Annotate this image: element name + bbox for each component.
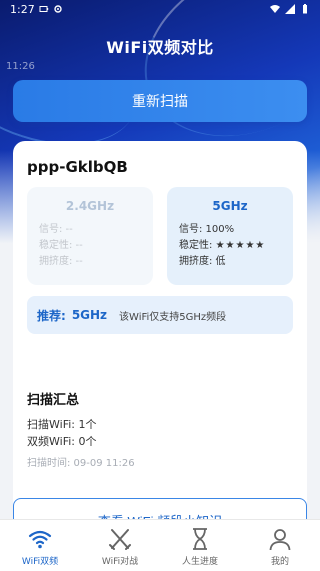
- wifi-icon: [28, 530, 52, 549]
- summary-dual-count: 双频WiFi: 0个: [27, 435, 97, 448]
- tab-wifi-dual[interactable]: WiFi双频: [0, 520, 80, 571]
- settings-icon: [54, 5, 62, 13]
- band-name: 5GHz: [212, 199, 248, 213]
- summary-scan-time: 扫描时间: 09-09 11:26: [27, 458, 135, 469]
- hourglass-icon: [193, 528, 207, 550]
- band-signal: 信号: --: [39, 224, 73, 235]
- tab-label: 我的: [270, 557, 289, 567]
- recommend-band: 5GHz: [71, 308, 108, 322]
- status-time: 1:27: [10, 2, 35, 16]
- tab-label: 人生进度: [181, 557, 218, 567]
- summary-scanned-count: 扫描WiFi: 1个: [27, 418, 97, 431]
- tab-wifi-battle[interactable]: WiFi对战: [80, 520, 160, 571]
- tab-label: WiFi对战: [101, 557, 139, 567]
- band-stability: 稳定性: ★★★★★: [179, 238, 293, 254]
- stability-stars: ★★★★★: [215, 240, 266, 251]
- band-congestion: 拥挤度: --: [39, 256, 83, 267]
- band-stability-label: 稳定性:: [179, 240, 216, 251]
- user-icon: [269, 529, 291, 551]
- band-signal: 信号: 100%: [179, 224, 235, 235]
- band-congestion: 拥挤度: 低: [179, 256, 226, 267]
- summary-title: 扫描汇总: [27, 393, 80, 408]
- ssid-label: ppp-GklbQB: [27, 158, 128, 176]
- band-card-2-4ghz: 2.4GHz 信号: -- 稳定性: -- 拥挤度: --: [27, 187, 153, 285]
- band-card-5ghz: 5GHz 信号: 100% 稳定性: ★★★★★ 拥挤度: 低: [167, 187, 293, 285]
- battery-outline-icon: [39, 6, 48, 12]
- wifi-compare-card: ppp-GklbQB 2.4GHz 信号: -- 稳定性: -- 拥挤度: --…: [13, 141, 307, 556]
- recommend-label: 推荐:: [37, 308, 66, 323]
- band-name: 2.4GHz: [65, 199, 115, 213]
- wifi-icon: [270, 5, 280, 13]
- crossed-swords-icon: [109, 529, 131, 550]
- bottom-tab-bar: WiFi双频 WiFi对战 人生进度 我的: [0, 519, 320, 571]
- recommendation-banner: 推荐: 5GHz 该WiFi仅支持5GHz频段: [27, 296, 293, 334]
- status-bar: 1:27: [0, 0, 320, 18]
- band-stability: 稳定性: --: [39, 240, 83, 251]
- recommend-description: 该WiFi仅支持5GHz频段: [119, 311, 227, 323]
- tab-mine[interactable]: 我的: [240, 520, 320, 571]
- signal-icon: [285, 4, 295, 14]
- battery-icon: [303, 4, 307, 14]
- rescan-button[interactable]: 重新扫描: [13, 80, 307, 122]
- overlay-timestamp: 11:26: [6, 61, 35, 72]
- tab-label: WiFi双频: [21, 557, 59, 567]
- tab-life-progress[interactable]: 人生进度: [160, 520, 240, 571]
- page-title: WiFi双频对比: [106, 38, 214, 57]
